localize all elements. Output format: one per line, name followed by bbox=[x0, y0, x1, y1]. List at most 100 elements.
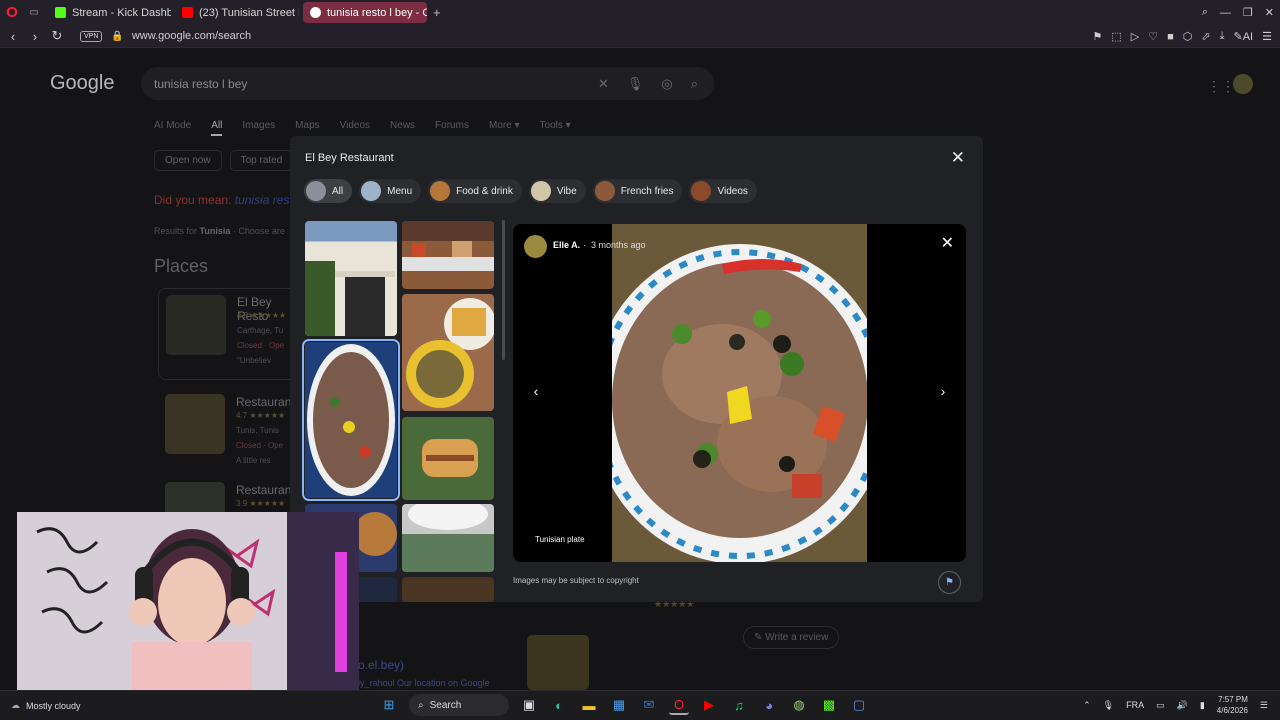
chip-vibe[interactable]: Vibe bbox=[528, 179, 586, 203]
next-photo-button[interactable]: › bbox=[930, 378, 956, 404]
chip-open-now[interactable]: Open now bbox=[154, 150, 222, 171]
reload-icon[interactable]: ↻ bbox=[48, 28, 66, 44]
filter-maps[interactable]: Maps bbox=[295, 120, 319, 136]
chip-top-rated[interactable]: Top rated bbox=[229, 150, 294, 171]
forward-icon[interactable]: › bbox=[26, 29, 44, 44]
search-icon[interactable]: ⌕ bbox=[691, 76, 698, 92]
filter-all[interactable]: All bbox=[211, 120, 223, 136]
extension-icon[interactable]: ■ bbox=[1167, 31, 1174, 43]
app-icon[interactable]: ▩ bbox=[819, 695, 839, 715]
opera-logo-icon[interactable]: O bbox=[0, 0, 24, 25]
outlook-icon[interactable]: ✉ bbox=[639, 695, 659, 715]
filter-videos[interactable]: Videos bbox=[340, 120, 370, 136]
aria-ai-button[interactable]: ✎AI bbox=[1234, 30, 1254, 43]
clock-date: 4/6/2026 bbox=[1216, 706, 1248, 715]
file-explorer-icon[interactable]: ▬ bbox=[579, 695, 599, 715]
filter-ai-mode[interactable]: AI Mode bbox=[154, 120, 191, 136]
google-logo[interactable]: Google bbox=[50, 72, 115, 95]
back-icon[interactable]: ‹ bbox=[4, 29, 22, 44]
lens-icon[interactable]: ◎ bbox=[661, 76, 672, 92]
search-input[interactable]: tunisia resto l bey bbox=[154, 77, 247, 91]
photo-thumbnail[interactable] bbox=[402, 294, 494, 411]
instagram-link[interactable]: o.el.bey) bbox=[358, 658, 404, 672]
taskbar-search[interactable]: ⌕ Search bbox=[409, 694, 509, 716]
viewer-close-icon[interactable]: ✕ bbox=[941, 233, 954, 253]
did-you-mean: Did you mean: tunisia resto bbox=[154, 193, 299, 207]
close-window-icon[interactable]: ✕ bbox=[1265, 6, 1274, 19]
tab-youtube-video[interactable]: (23) Tunisian Street Food bbox=[175, 2, 299, 23]
filter-news[interactable]: News bbox=[390, 120, 415, 136]
lock-icon[interactable]: 🔒 bbox=[111, 31, 123, 42]
filter-more[interactable]: More ▾ bbox=[489, 120, 520, 136]
chip-french-fries[interactable]: French fries bbox=[592, 179, 683, 203]
url-field[interactable]: www.google.com/search bbox=[132, 30, 251, 42]
menu-icon[interactable]: ☰ bbox=[1262, 30, 1272, 43]
tab-kick-dashboard[interactable]: Stream - Kick Dashboard bbox=[48, 2, 171, 23]
chip-all[interactable]: All bbox=[304, 179, 353, 203]
previous-photo-button[interactable]: ‹ bbox=[523, 378, 549, 404]
tab-google-search[interactable]: tunisia resto l bey - Goog bbox=[303, 2, 427, 23]
minimize-icon[interactable]: — bbox=[1220, 7, 1231, 19]
main-photo[interactable] bbox=[612, 224, 867, 562]
filter-forums[interactable]: Forums bbox=[435, 120, 469, 136]
clock[interactable]: 7:57 PM 4/6/2026 bbox=[1217, 694, 1248, 716]
bookmark-icon[interactable]: ⚑ bbox=[1093, 30, 1103, 43]
workspaces-icon[interactable]: ▭ bbox=[24, 7, 44, 18]
search-box[interactable]: tunisia resto l bey ✕ 🎙 ◎ ⌕ bbox=[141, 67, 714, 100]
volume-icon[interactable]: 🔊 bbox=[1177, 700, 1188, 711]
author-avatar[interactable] bbox=[524, 235, 547, 258]
chip-food-drink[interactable]: Food & drink bbox=[428, 179, 522, 203]
avatar[interactable] bbox=[1233, 74, 1253, 94]
clear-icon[interactable]: ✕ bbox=[598, 76, 609, 92]
photo-thumbnail[interactable] bbox=[402, 577, 494, 602]
restore-icon[interactable]: ❐ bbox=[1243, 6, 1253, 19]
cloud-icon: ☁ bbox=[11, 700, 20, 710]
language-indicator[interactable]: FRA bbox=[1126, 700, 1144, 710]
app-icon[interactable]: ◍ bbox=[789, 695, 809, 715]
mic-icon[interactable]: 🎙 bbox=[1103, 700, 1114, 711]
heart-icon[interactable]: ♡ bbox=[1148, 30, 1158, 43]
download-icon[interactable]: ⤓ bbox=[1220, 30, 1225, 43]
photo-author[interactable]: Elle A. bbox=[553, 240, 580, 250]
snapshot-icon[interactable]: ⬚ bbox=[1111, 30, 1121, 43]
notifications-icon[interactable]: ☰ bbox=[1260, 700, 1268, 711]
choose-area-link[interactable]: · Choose are bbox=[230, 226, 285, 236]
share-icon[interactable]: ⬀ bbox=[1201, 30, 1210, 43]
display-icon[interactable]: ▭ bbox=[1156, 700, 1165, 711]
filter-tools[interactable]: Tools ▾ bbox=[540, 120, 571, 136]
task-view-icon[interactable]: ▣ bbox=[519, 695, 539, 715]
search-tabs-icon[interactable]: ⌕ bbox=[1202, 6, 1208, 19]
review-photo[interactable] bbox=[527, 635, 589, 690]
thumbnail-scrollbar[interactable] bbox=[502, 220, 505, 360]
chip-menu[interactable]: Menu bbox=[359, 179, 422, 203]
microphone-icon[interactable]: 🎙 bbox=[627, 76, 644, 92]
photo-thumbnail[interactable] bbox=[402, 417, 494, 500]
weather-widget[interactable]: ☁ Mostly cloudy bbox=[11, 700, 81, 711]
place-card[interactable]: El Bey Resto 4.8 ★★★★★ Carthage, Tu Clos… bbox=[158, 288, 298, 380]
photo-thumbnail[interactable] bbox=[305, 221, 397, 336]
spotify-icon[interactable]: ♫ bbox=[729, 695, 749, 715]
did-you-mean-prefix: Did you mean: bbox=[154, 193, 235, 207]
photo-thumbnail-selected[interactable] bbox=[302, 339, 400, 501]
store-icon[interactable]: ▦ bbox=[609, 695, 629, 715]
battery-icon[interactable]: ▮ bbox=[1200, 700, 1205, 711]
photo-thumbnail[interactable] bbox=[402, 221, 494, 289]
place-card[interactable]: Restauran 4.7 ★★★★★ Tunis, Tunis Closed … bbox=[158, 392, 298, 472]
photo-thumbnail[interactable] bbox=[402, 504, 494, 572]
play-icon[interactable]: ▷ bbox=[1131, 30, 1139, 43]
write-review-button[interactable]: ✎ Write a review bbox=[743, 626, 840, 649]
report-flag-icon[interactable]: ⚑ bbox=[938, 571, 961, 594]
youtube-taskbar-icon[interactable]: ▶ bbox=[699, 695, 719, 715]
opera-taskbar-icon[interactable]: O bbox=[669, 695, 689, 715]
windows-start-icon[interactable]: ⊞ bbox=[379, 695, 399, 715]
vpn-badge[interactable]: VPN bbox=[80, 30, 103, 42]
new-tab-button[interactable]: + bbox=[433, 5, 441, 20]
chevron-up-icon[interactable]: ⌃ bbox=[1083, 700, 1091, 711]
edge-icon[interactable]: ◐ bbox=[549, 695, 569, 715]
filter-images[interactable]: Images bbox=[242, 120, 275, 136]
puzzle-icon[interactable]: ⬡ bbox=[1183, 30, 1193, 43]
app-icon[interactable]: ▢ bbox=[849, 695, 869, 715]
modal-close-icon[interactable]: ✕ bbox=[951, 148, 965, 168]
discord-icon[interactable]: ◕ bbox=[759, 695, 779, 715]
chip-videos[interactable]: Videos bbox=[689, 179, 757, 203]
